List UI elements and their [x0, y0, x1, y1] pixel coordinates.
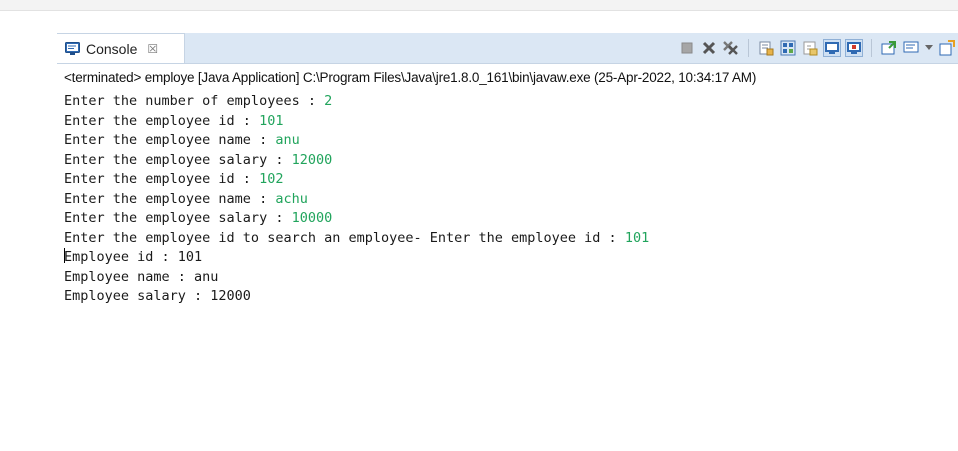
console-icon — [65, 42, 80, 55]
console-user-input: 10000 — [291, 210, 333, 226]
console-line: Enter the employee id : 101 — [64, 112, 649, 132]
console-prompt-text: Enter the employee id : — [64, 112, 260, 129]
remove-all-terminated-icon[interactable] — [722, 39, 740, 57]
console-user-input: 102 — [259, 171, 284, 187]
tab-console[interactable]: Console ☒ — [57, 33, 185, 63]
close-icon[interactable]: ☒ — [147, 42, 158, 56]
console-prompt-text: Enter the employee name : — [64, 190, 276, 207]
toolbar-separator — [748, 39, 749, 57]
console-line: Enter the employee id to search an emplo… — [64, 229, 649, 249]
maximize-view-icon[interactable] — [938, 39, 956, 57]
display-console-icon[interactable] — [880, 39, 898, 57]
console-user-input: anu — [275, 132, 300, 148]
remove-launch-icon[interactable] — [700, 39, 718, 57]
console-line: Enter the employee name : achu — [64, 190, 649, 210]
show-console-output-icon[interactable] — [801, 39, 819, 57]
console-user-input: 101 — [624, 229, 650, 246]
console-line: Employee id : 101 — [64, 248, 649, 268]
console-line: Enter the employee id : 102 — [64, 170, 649, 190]
editor-top-strip — [0, 0, 958, 11]
toolbar-separator — [871, 39, 872, 57]
chevron-down-icon[interactable] — [924, 39, 934, 57]
pin-console-icon[interactable] — [845, 39, 863, 57]
console-line: Enter the employee name : anu — [64, 131, 649, 151]
console-line: Employee salary : 12000 — [64, 287, 649, 307]
console-prompt-text: Enter the employee id to search an emplo… — [64, 229, 625, 246]
console-line: Employee name : anu — [64, 268, 649, 288]
console-prompt-text: Enter the employee id : — [64, 171, 260, 187]
console-line: Enter the number of employees : 2 — [64, 92, 649, 112]
console-prompt-text: Employee salary : 12000 — [64, 288, 251, 304]
tab-console-label: Console — [86, 40, 138, 57]
console-prompt-text: Enter the number of employees : — [64, 93, 325, 109]
console-user-input: achu — [275, 190, 308, 207]
console-toolbar — [678, 33, 958, 63]
word-wrap-icon[interactable] — [779, 39, 797, 57]
console-line: Enter the employee salary : 10000 — [64, 209, 649, 229]
console-prompt-text: Enter the employee salary : — [64, 151, 292, 168]
console-user-input: 12000 — [291, 151, 333, 168]
console-view-header: Console ☒ — [57, 33, 958, 64]
console-prompt-text: Enter the employee salary : — [64, 210, 292, 226]
console-output[interactable]: Enter the number of employees : 2 Enter t… — [64, 92, 649, 307]
console-status-line: <terminated> employe [Java Application] … — [64, 70, 757, 85]
console-prompt-text: Enter the employee name : — [64, 132, 276, 148]
console-user-input: 2 — [324, 93, 333, 109]
console-line: Enter the employee salary : 12000 — [64, 151, 649, 171]
console-prompt-text: Employee id : 101 — [64, 249, 203, 265]
console-prompt-text: Employee name : anu — [64, 268, 219, 285]
terminate-icon[interactable] — [678, 39, 696, 57]
open-console-icon[interactable] — [902, 39, 920, 57]
scroll-lock-icon[interactable] — [757, 39, 775, 57]
show-console-error-icon[interactable] — [823, 39, 841, 57]
console-user-input: 101 — [259, 112, 284, 129]
